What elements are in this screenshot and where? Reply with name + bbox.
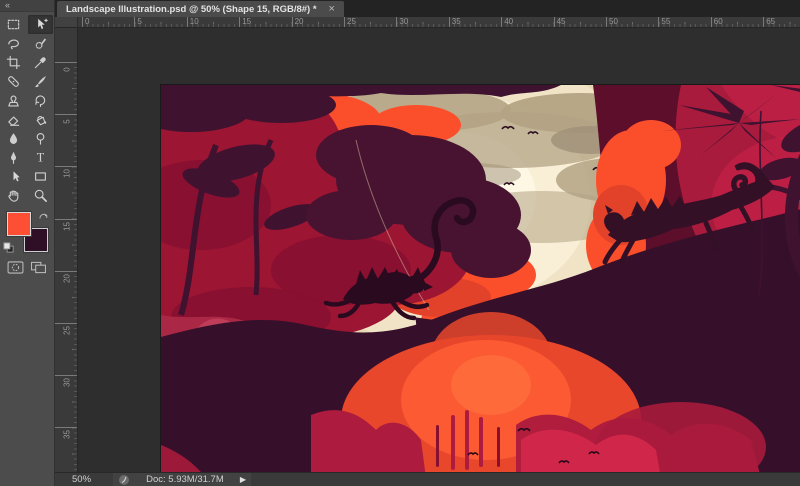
ruler-h-label: 40 <box>501 17 513 27</box>
tool-spot-healing[interactable] <box>1 72 26 91</box>
brush-icon <box>33 74 48 89</box>
path-selection-icon <box>6 169 21 184</box>
tool-zoom[interactable] <box>28 186 53 205</box>
ruler-h-label: 60 <box>710 17 723 27</box>
screen-mode-icon[interactable] <box>30 261 47 279</box>
ruler-h-label: 20 <box>291 17 304 27</box>
quick-selection-icon <box>33 36 48 51</box>
ruler-h-label: 10 <box>186 17 199 27</box>
rectangle-shape-icon <box>33 169 48 184</box>
pen-icon <box>6 150 21 165</box>
status-bar: 50% Doc: 5.93M/31.7M ▶ <box>55 472 800 486</box>
tool-eyedropper[interactable] <box>28 53 53 72</box>
foreground-color-swatch[interactable] <box>7 212 31 236</box>
tool-clone-stamp[interactable] <box>1 91 26 110</box>
ruler-v-label: 30 <box>62 378 72 388</box>
ruler-h-label: 0 <box>82 17 89 27</box>
tool-pen[interactable] <box>1 148 26 167</box>
lasso-icon <box>6 36 21 51</box>
eyedropper-icon <box>33 55 48 70</box>
spot-healing-icon <box>6 74 21 89</box>
doc-info-field[interactable]: Doc: 5.93M/31.7M ▶ <box>113 473 252 486</box>
landscape-artwork <box>161 85 800 478</box>
tool-history-brush[interactable] <box>28 91 53 110</box>
status-menu-arrow[interactable]: ▶ <box>240 475 246 484</box>
panel-bottom-icons <box>0 255 54 279</box>
ruler-v-label: 0 <box>62 67 72 72</box>
move-icon <box>33 17 48 32</box>
zoom-level-field[interactable]: 50% <box>72 474 91 485</box>
tool-grid: T <box>0 12 54 205</box>
type-icon: T <box>33 150 48 165</box>
ruler-horizontal[interactable]: 0 5 10 15 20 25 30 35 40 45 50 55 60 65 <box>78 17 800 28</box>
ruler-v-label: 25 <box>62 326 72 335</box>
tool-dodge[interactable] <box>28 129 53 148</box>
blur-icon <box>6 131 21 146</box>
ruler-v-label: 5 <box>62 119 72 124</box>
tools-panel-header[interactable]: « <box>0 0 54 12</box>
tool-rectangle-shape[interactable] <box>28 167 53 186</box>
ruler-h-label: 30 <box>396 17 408 27</box>
paint-bucket-icon <box>33 112 48 127</box>
adobe-drive-icon <box>118 474 130 486</box>
quick-mask-icon[interactable] <box>7 261 24 279</box>
ruler-h-label: 45 <box>553 17 566 27</box>
ruler-h-label: 35 <box>448 17 461 27</box>
tool-quick-selection[interactable] <box>28 34 53 53</box>
document-tab-bar: Landscape Illustration.psd @ 50% (Shape … <box>55 0 800 17</box>
tool-blur[interactable] <box>1 129 26 148</box>
pasteboard <box>78 28 800 478</box>
ruler-vertical[interactable]: 0510152025303540 <box>55 28 78 472</box>
ruler-v-label: 35 <box>62 430 72 440</box>
dodge-icon <box>33 131 48 146</box>
ruler-h-label: 65 <box>763 17 775 27</box>
photoshop-window: « T Landscape Illustration.psd @ 50% (Sh… <box>0 0 800 486</box>
tool-brush[interactable] <box>28 72 53 91</box>
zoom-icon <box>33 188 48 203</box>
tools-panel: « T <box>0 0 55 486</box>
ruler-h-label: 25 <box>344 17 356 27</box>
ruler-h-label: 55 <box>658 17 670 27</box>
doc-size-text: Doc: 5.93M/31.7M <box>146 474 224 485</box>
document-title: Landscape Illustration.psd @ 50% (Shape … <box>66 3 317 15</box>
tool-hand[interactable] <box>1 186 26 205</box>
history-brush-icon <box>33 93 48 108</box>
collapse-panel-icon[interactable]: « <box>5 0 10 10</box>
ruler-v-label: 15 <box>62 221 72 231</box>
ruler-v-label: 20 <box>62 273 72 283</box>
tool-eraser[interactable] <box>1 110 26 129</box>
ruler-h-label: 5 <box>134 17 142 27</box>
tool-path-selection[interactable] <box>1 167 26 186</box>
ruler-h-label: 50 <box>606 17 618 27</box>
document-canvas[interactable] <box>161 85 800 478</box>
document-tab[interactable]: Landscape Illustration.psd @ 50% (Shape … <box>57 1 344 17</box>
tool-rectangular-marquee[interactable] <box>1 15 26 34</box>
tool-paint-bucket[interactable] <box>28 110 53 129</box>
eraser-icon <box>6 112 21 127</box>
ruler-corner[interactable] <box>55 17 78 28</box>
ruler-v-label: 10 <box>62 169 72 179</box>
crop-icon <box>6 55 21 70</box>
close-tab-icon[interactable]: × <box>329 4 335 15</box>
tool-lasso[interactable] <box>1 34 26 53</box>
ruler-h-label: 15 <box>239 17 251 27</box>
svg-text:T: T <box>37 151 45 165</box>
tool-crop[interactable] <box>1 53 26 72</box>
hand-icon <box>6 188 21 203</box>
swap-colors-icon[interactable] <box>38 209 49 227</box>
tool-move[interactable] <box>28 15 53 34</box>
rectangular-marquee-icon <box>6 17 21 32</box>
default-colors-icon[interactable] <box>3 240 14 258</box>
clone-stamp-icon <box>6 93 21 108</box>
color-swatch-area <box>0 209 54 255</box>
tool-type[interactable]: T <box>28 148 53 167</box>
